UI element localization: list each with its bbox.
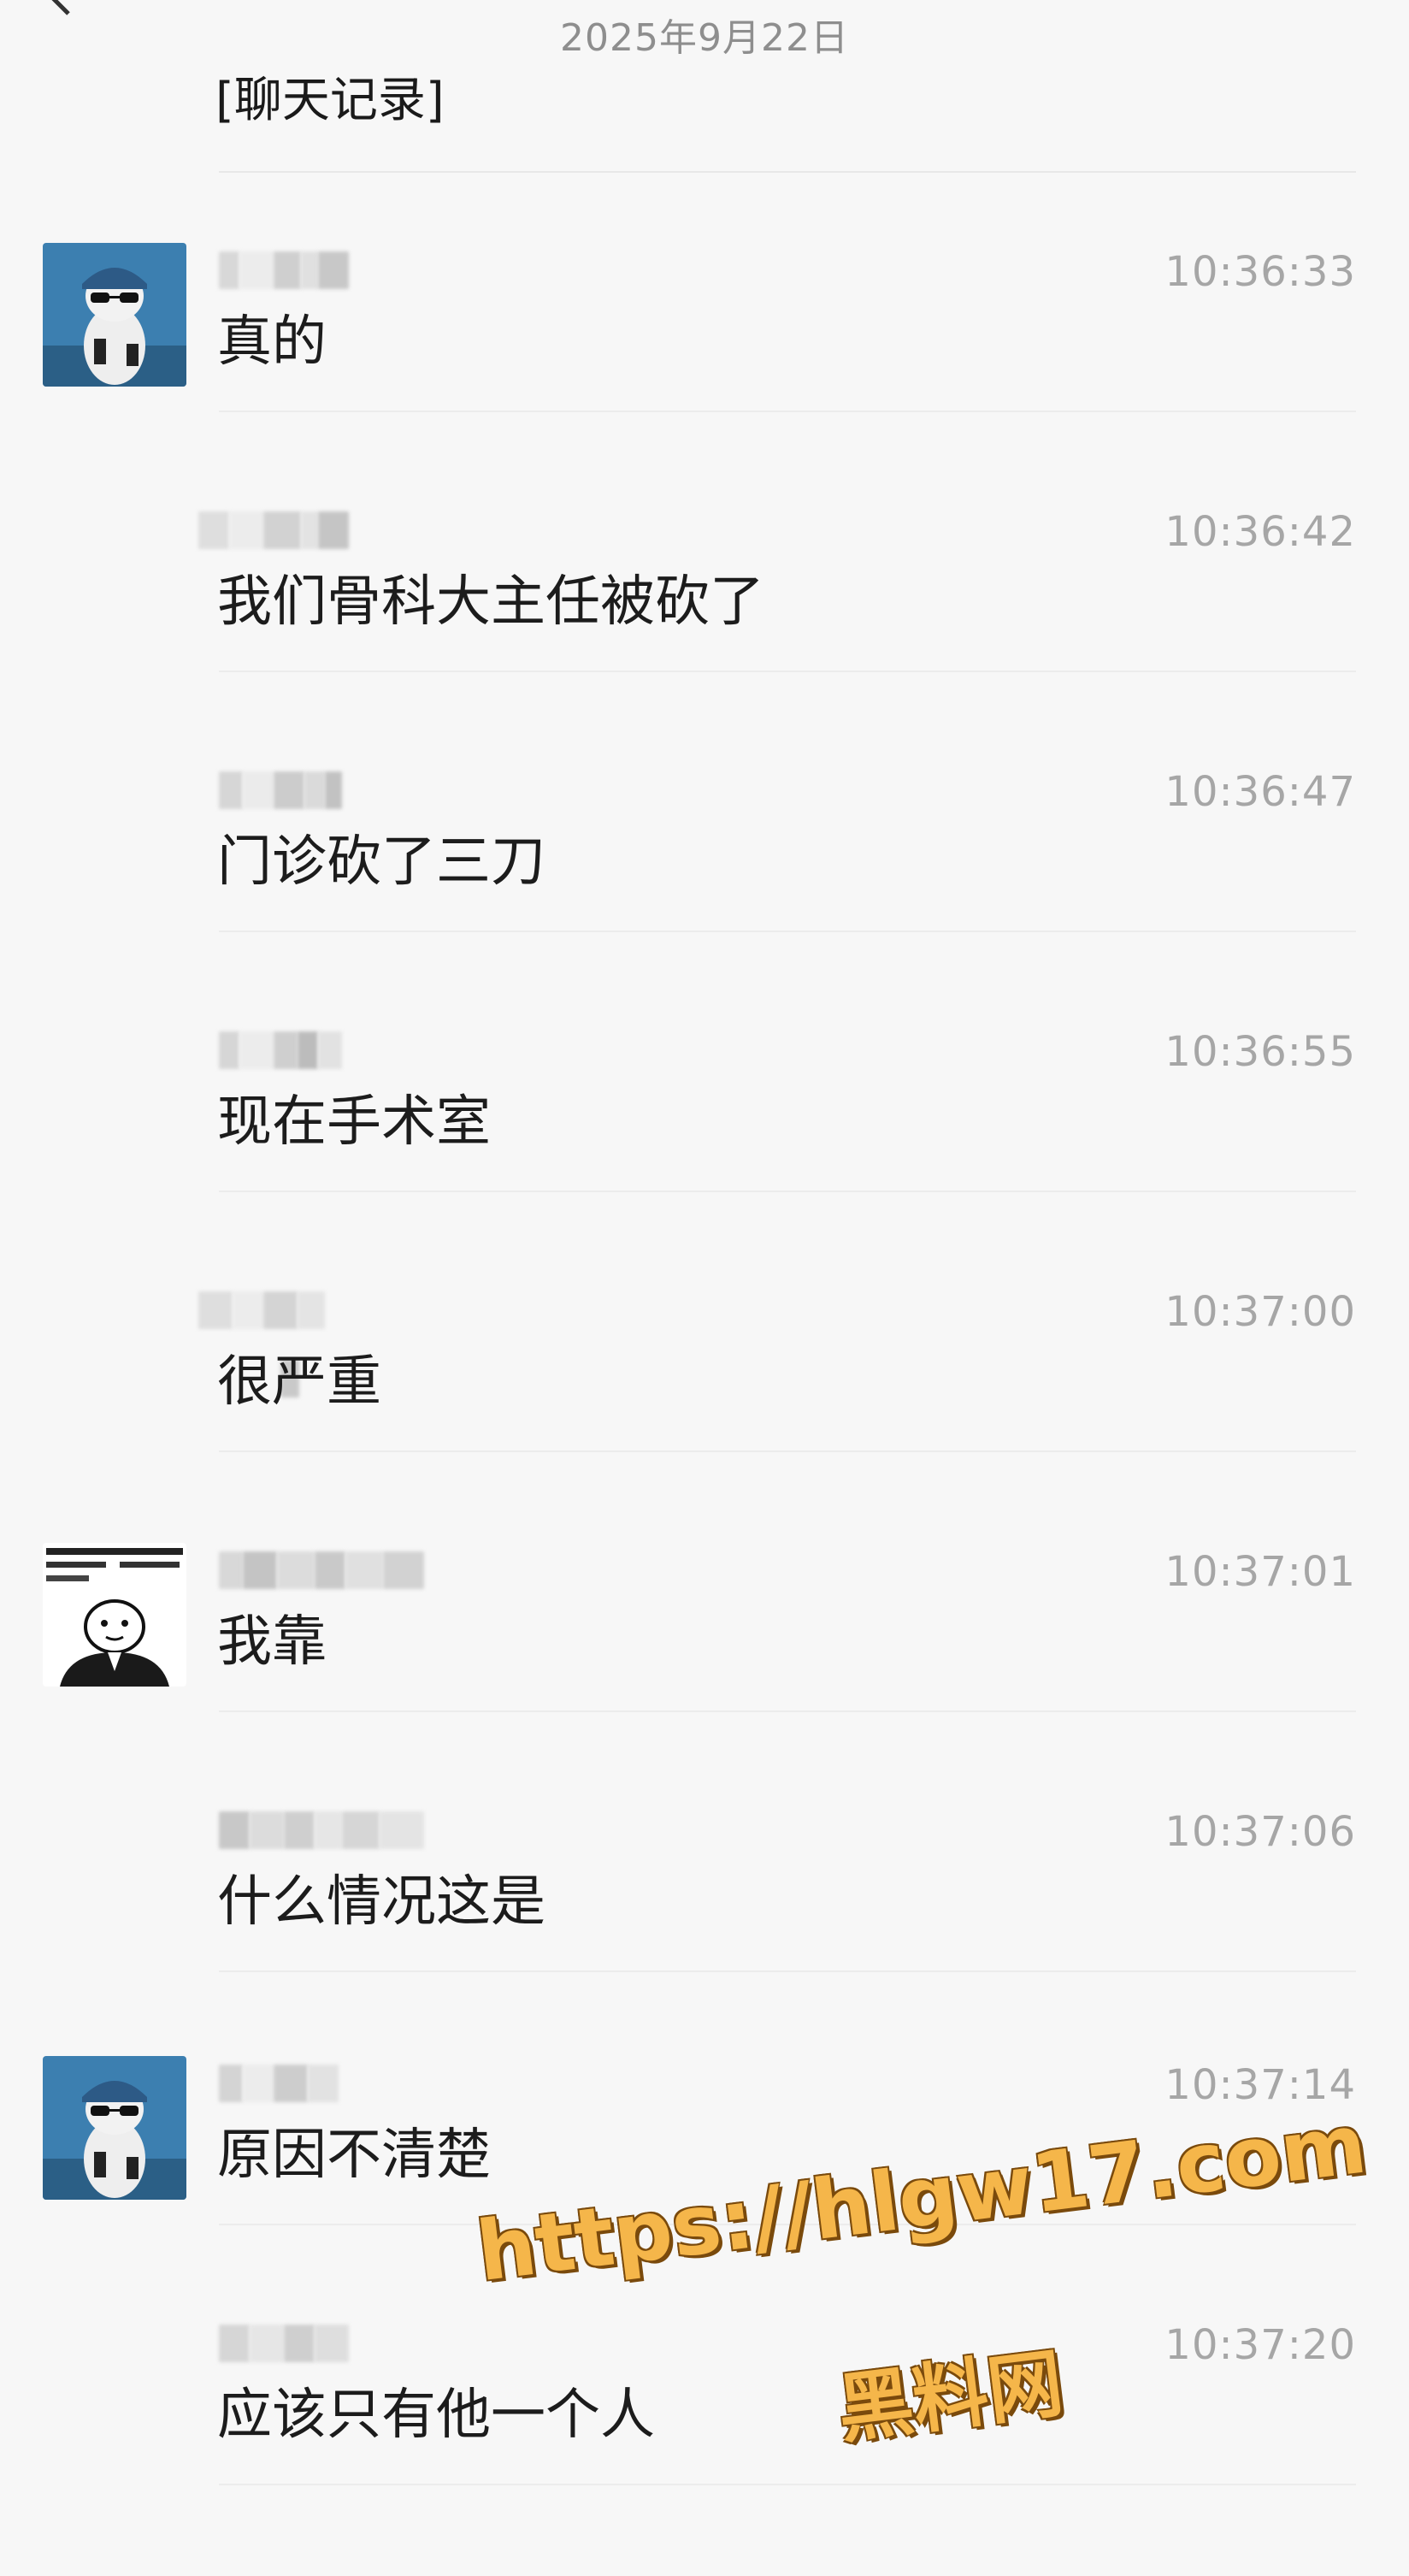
message-time: 10:37:06: [1164, 1808, 1356, 1856]
divider: [219, 171, 1356, 173]
message-item[interactable]: 10:36:33 真的: [0, 243, 1409, 503]
divider: [219, 2484, 1356, 2485]
message-time: 10:36:55: [1164, 1028, 1356, 1076]
cat-sunglasses-avatar[interactable]: [43, 243, 186, 387]
watermark-name: 黑料网: [833, 2338, 1068, 2455]
message-item[interactable]: 10:36:55 现在手术室: [0, 1023, 1409, 1283]
divider: [219, 671, 1356, 672]
message-item[interactable]: 10:36:47 门诊砍了三刀: [0, 763, 1409, 1023]
message-item[interactable]: 10:37:01 我靠: [0, 1543, 1409, 1803]
message-time: 10:36:47: [1164, 768, 1356, 816]
divider: [219, 931, 1356, 932]
message-time: 10:36:42: [1164, 508, 1356, 556]
date-header: 2025年9月22日: [560, 16, 849, 60]
cat-sunglasses-avatar[interactable]: [43, 2056, 186, 2200]
message-text: 很严重: [217, 1350, 381, 1414]
divider: [219, 1191, 1356, 1192]
message-time: 10:36:33: [1164, 248, 1356, 296]
cartoon-meme-avatar[interactable]: [43, 1543, 186, 1687]
message-text: 原因不清楚: [217, 2124, 491, 2187]
message-text: 门诊砍了三刀: [217, 830, 545, 894]
divider: [219, 1710, 1356, 1712]
chat-history-page: 2025年9月22日 [聊天记录] 10:36:33 真的 10:36:42 我…: [0, 0, 1409, 2545]
message-time: 10:37:00: [1164, 1288, 1356, 1336]
chat-record-title: [聊天记录]: [215, 73, 445, 128]
divider: [219, 1970, 1356, 1972]
message-text: 我靠: [217, 1610, 327, 1674]
message-item[interactable]: 10:37:06 什么情况这是: [0, 1803, 1409, 2063]
divider: [219, 1450, 1356, 1452]
message-text: 什么情况这是: [217, 1870, 545, 1934]
message-text: 真的: [217, 310, 327, 374]
message-text: 我们骨科大主任被砍了: [217, 570, 764, 634]
message-item[interactable]: 10:36:42 我们骨科大主任被砍了: [0, 503, 1409, 763]
message-item[interactable]: 10:37:00 很严重: [0, 1283, 1409, 1543]
divider: [219, 411, 1356, 412]
message-time: 10:37:01: [1164, 1548, 1356, 1596]
message-text: 现在手术室: [217, 1090, 491, 1154]
site-watermark: https://hlgw17.com 黑料网: [472, 2096, 1371, 2470]
